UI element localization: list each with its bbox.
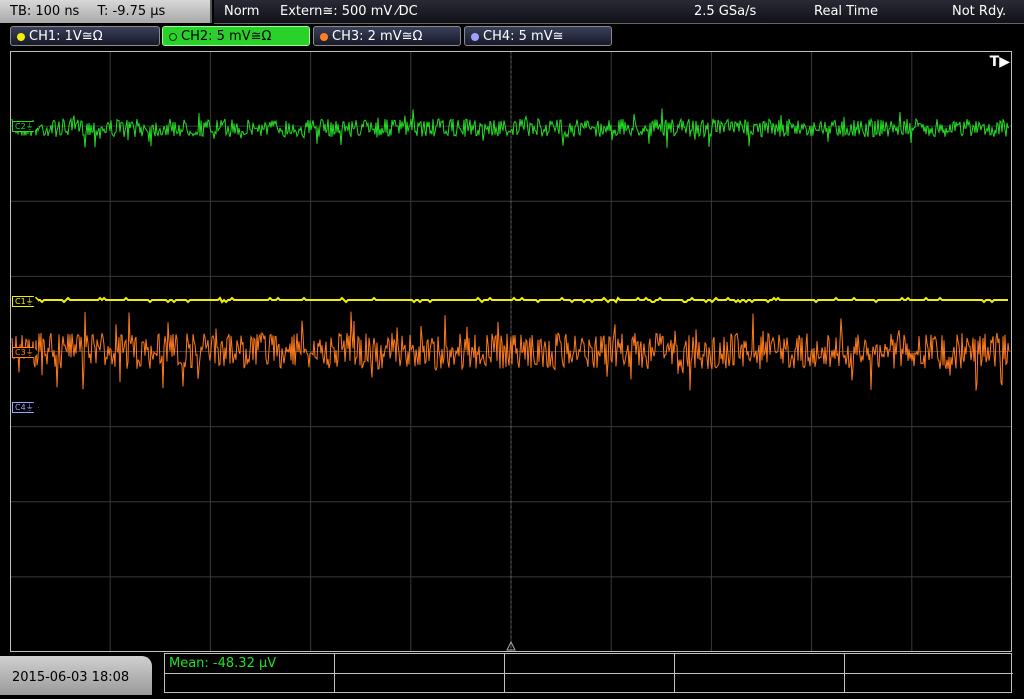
ch4-color-icon <box>471 33 479 41</box>
trigger-source[interactable]: Extern≅: 500 mV ⁄DC <box>280 0 418 23</box>
ch3-offset-marker[interactable]: C3⏚ <box>12 347 39 358</box>
ch1-color-icon <box>17 33 25 41</box>
sample-rate: 2.5 GSa/s <box>694 4 757 19</box>
ch3-label: CH3: 2 mV≅Ω <box>332 29 423 44</box>
measurement-slot[interactable] <box>675 674 845 692</box>
trigger-mode[interactable]: Norm <box>224 0 259 23</box>
timebase-value: TB: 100 ns <box>10 4 80 19</box>
ch3-color-icon <box>320 33 328 41</box>
measurement-table: Mean: -48.32 µV <box>164 653 1013 693</box>
status-bar: TB: 100 ns T: -9.75 µs Norm Extern≅: 500… <box>0 0 1024 24</box>
ch4-offset-marker[interactable]: C4⏚ <box>12 402 39 413</box>
acquisition-mode: Real Time <box>814 4 878 19</box>
measurement-slot[interactable] <box>845 674 1013 692</box>
run-status: Not Rdy. <box>952 4 1007 19</box>
measurement-slot[interactable] <box>505 674 675 692</box>
tab-ch3[interactable]: CH3: 2 mV≅Ω <box>313 26 461 46</box>
tab-ch2[interactable]: CH2: 5 mV≅Ω <box>162 26 310 46</box>
timebase-box[interactable]: TB: 100 ns T: -9.75 µs <box>0 0 212 23</box>
tab-ch1[interactable]: CH1: 1V≅Ω <box>10 26 160 46</box>
ch1-offset-marker[interactable]: C1⏚ <box>12 296 39 307</box>
measurement-slot[interactable] <box>165 674 335 692</box>
tab-ch4[interactable]: CH4: 5 mV≅ <box>464 26 612 46</box>
measurement-slot[interactable] <box>845 654 1013 674</box>
ch2-color-icon <box>169 33 177 41</box>
ch2-offset-marker[interactable]: C2⏚ <box>12 121 39 132</box>
measurement-slot[interactable] <box>335 674 505 692</box>
date-time: 2015-06-03 18:08 <box>0 656 152 695</box>
mean-measurement[interactable]: Mean: -48.32 µV <box>165 654 335 674</box>
ch4-label: CH4: 5 mV≅ <box>483 29 564 44</box>
channel-tabs: CH1: 1V≅Ω CH2: 5 mV≅Ω CH3: 2 mV≅Ω CH4: 5… <box>0 26 1024 47</box>
trigger-time-value: T: -9.75 µs <box>97 4 166 19</box>
graticule-frame <box>10 51 1012 652</box>
measurement-slot[interactable] <box>505 654 675 674</box>
trigger-position-icon: T▶ <box>989 54 1010 70</box>
ch1-label: CH1: 1V≅Ω <box>29 29 103 44</box>
measurement-slot[interactable] <box>675 654 845 674</box>
ch2-label: CH2: 5 mV≅Ω <box>181 29 272 44</box>
measurement-slot[interactable] <box>335 654 505 674</box>
